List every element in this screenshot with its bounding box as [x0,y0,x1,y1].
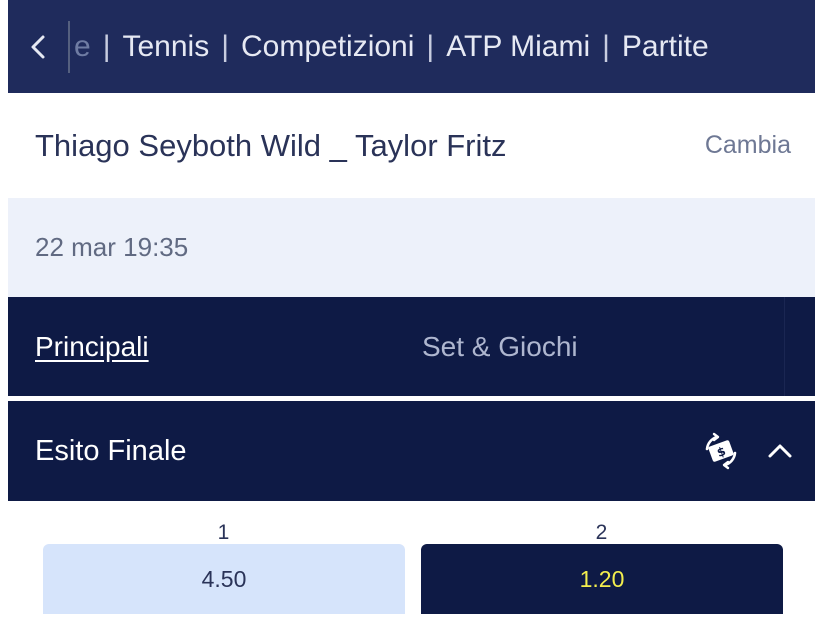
outcome-label-away: 2 [595,521,608,544]
odds-button-away[interactable]: 1.20 [421,544,783,614]
tabs-divider [784,297,785,396]
breadcrumb-separator: | [221,29,229,63]
breadcrumb-item-tennis[interactable]: Tennis [122,30,209,64]
match-header: Thiago Seyboth Wild _ Taylor Fritz Cambi… [8,93,815,198]
market-header[interactable]: Esito Finale $ [8,401,815,501]
breadcrumb-item-truncated[interactable]: e [74,30,91,64]
breadcrumb-separator: | [426,29,435,63]
odds-button-home[interactable]: 4.50 [43,544,405,614]
breadcrumb-separator: | [602,29,610,63]
event-date-row: 22 mar 19:35 [8,198,815,297]
odds-value: 4.50 [201,565,247,592]
change-match-button[interactable]: Cambia [705,131,791,160]
outcome-grid: 1 2 4.50 1.20 [8,501,815,637]
back-button[interactable] [8,0,68,93]
outcome-label-home: 1 [217,521,230,544]
chevron-left-icon [31,35,45,58]
scroll-edge-divider [68,20,70,73]
breadcrumb-item-competizioni[interactable]: Competizioni [241,30,414,64]
market-icons: $ [701,431,793,471]
tab-set-giochi[interactable]: Set & Giochi [422,331,578,363]
odds-value: 1.20 [579,565,625,592]
chevron-up-icon[interactable] [767,442,793,460]
screen: e | Tennis | Competizioni | ATP Miami | … [0,0,815,637]
breadcrumb: e | Tennis | Competizioni | ATP Miami | … [74,30,709,64]
event-datetime: 22 mar 19:35 [35,232,189,262]
breadcrumb-separator: | [102,29,111,63]
match-title: Thiago Seyboth Wild _ Taylor Fritz [35,127,507,163]
breadcrumb-item-atp-miami[interactable]: ATP Miami [446,30,590,64]
breadcrumb-bar: e | Tennis | Competizioni | ATP Miami | … [8,0,815,93]
cash-swap-icon[interactable]: $ [701,431,741,471]
market-tabs: Principali Set & Giochi [8,297,815,396]
tab-principali[interactable]: Principali [35,331,149,363]
breadcrumb-item-partite[interactable]: Partite [622,30,709,64]
market-title: Esito Finale [35,434,187,467]
